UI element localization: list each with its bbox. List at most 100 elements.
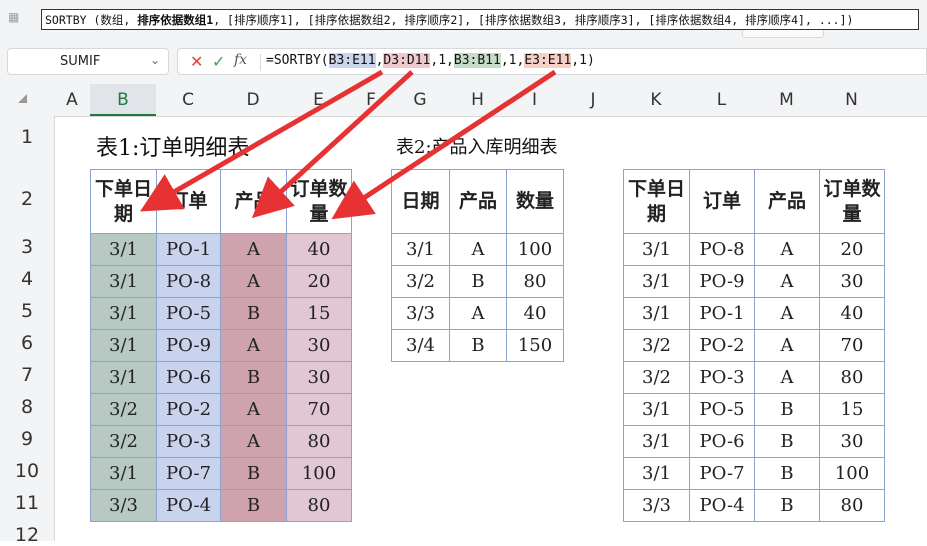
order-cell[interactable]: PO-4 (156, 489, 221, 522)
order-cell[interactable]: PO-1 (156, 233, 221, 266)
order-cell[interactable]: 40 (286, 233, 352, 266)
order-cell[interactable]: PO-7 (156, 457, 221, 490)
stock-cell[interactable]: 3/1 (391, 233, 450, 266)
header-product[interactable]: 产品 (449, 169, 507, 234)
sorted-cell[interactable]: PO-4 (689, 489, 755, 522)
sorted-cell[interactable]: A (754, 361, 820, 394)
sorted-cell[interactable]: 100 (819, 457, 885, 490)
column-header-e[interactable]: E (286, 84, 351, 116)
header-order[interactable]: 订单 (689, 169, 755, 234)
column-header-j[interactable]: J (563, 84, 623, 116)
row-header-4[interactable]: 4 (0, 268, 54, 290)
stock-cell[interactable]: A (449, 233, 507, 266)
sorted-cell[interactable]: 80 (819, 361, 885, 394)
header-product[interactable]: 产品 (220, 169, 287, 234)
header-date[interactable]: 日期 (391, 169, 450, 234)
stock-cell[interactable]: B (449, 329, 507, 362)
order-cell[interactable]: A (220, 233, 287, 266)
order-cell[interactable]: 80 (286, 425, 352, 458)
column-header-g[interactable]: G (391, 84, 449, 116)
stock-cell[interactable]: 80 (506, 265, 564, 298)
header-date[interactable]: 下单日期 (623, 169, 690, 234)
sorted-cell[interactable]: 20 (819, 233, 885, 266)
sorted-cell[interactable]: A (754, 265, 820, 298)
header-date[interactable]: 下单日期 (90, 169, 157, 234)
sorted-cell[interactable]: PO-8 (689, 233, 755, 266)
row-header-10[interactable]: 10 (0, 460, 54, 482)
sorted-cell[interactable]: B (754, 457, 820, 490)
stock-cell[interactable]: A (449, 297, 507, 330)
header-qty[interactable]: 订单数量 (286, 169, 352, 234)
row-header-2[interactable]: 2 (0, 188, 54, 210)
chevron-down-icon[interactable]: ⌄ (150, 53, 160, 67)
sorted-cell[interactable]: B (754, 393, 820, 426)
order-cell[interactable]: A (220, 329, 287, 362)
sorted-cell[interactable]: 3/1 (623, 393, 690, 426)
sorted-cell[interactable]: PO-2 (689, 329, 755, 362)
order-cell[interactable]: PO-5 (156, 297, 221, 330)
order-cell[interactable]: 3/1 (90, 457, 157, 490)
order-cell[interactable]: 3/1 (90, 329, 157, 362)
column-header-k[interactable]: K (623, 84, 689, 116)
order-cell[interactable]: 80 (286, 489, 352, 522)
sorted-cell[interactable]: A (754, 233, 820, 266)
calendar-icon[interactable]: ▦ (8, 10, 19, 24)
column-header-f[interactable]: F (351, 84, 391, 116)
stock-cell[interactable]: 3/2 (391, 265, 450, 298)
column-header-n[interactable]: N (819, 84, 884, 116)
header-qty[interactable]: 订单数量 (819, 169, 885, 234)
column-header-h[interactable]: H (449, 84, 506, 116)
header-order[interactable]: 订单 (156, 169, 221, 234)
row-header-5[interactable]: 5 (0, 300, 54, 322)
order-cell[interactable]: 70 (286, 393, 352, 426)
sorted-cell[interactable]: 3/1 (623, 425, 690, 458)
order-cell[interactable]: PO-6 (156, 361, 221, 394)
order-cell[interactable]: A (220, 425, 287, 458)
sorted-cell[interactable]: 70 (819, 329, 885, 362)
sorted-cell[interactable]: 30 (819, 425, 885, 458)
order-cell[interactable]: 3/2 (90, 425, 157, 458)
stock-cell[interactable]: B (449, 265, 507, 298)
sorted-cell[interactable]: A (754, 329, 820, 362)
order-cell[interactable]: A (220, 393, 287, 426)
order-cell[interactable]: B (220, 457, 287, 490)
order-cell[interactable]: PO-2 (156, 393, 221, 426)
order-cell[interactable]: A (220, 265, 287, 298)
stock-cell[interactable]: 100 (506, 233, 564, 266)
header-qty[interactable]: 数量 (506, 169, 564, 234)
row-header-1[interactable]: 1 (0, 126, 54, 148)
order-cell[interactable]: B (220, 489, 287, 522)
header-product[interactable]: 产品 (754, 169, 820, 234)
row-header-8[interactable]: 8 (0, 396, 54, 418)
order-cell[interactable]: PO-8 (156, 265, 221, 298)
sorted-cell[interactable]: PO-3 (689, 361, 755, 394)
order-cell[interactable]: 15 (286, 297, 352, 330)
formula-text[interactable]: =SORTBY(B3:E11,D3:D11,1,B3:B11,1,E3:E11,… (266, 53, 595, 68)
order-cell[interactable]: 30 (286, 361, 352, 394)
order-cell[interactable]: 3/1 (90, 361, 157, 394)
order-cell[interactable]: 3/3 (90, 489, 157, 522)
column-header-d[interactable]: D (220, 84, 286, 116)
column-header-a[interactable]: A (54, 84, 90, 116)
order-cell[interactable]: PO-3 (156, 425, 221, 458)
column-header-i[interactable]: I (506, 84, 563, 116)
column-header-m[interactable]: M (754, 84, 819, 116)
column-header-l[interactable]: L (689, 84, 754, 116)
sorted-cell[interactable]: PO-7 (689, 457, 755, 490)
order-cell[interactable]: B (220, 361, 287, 394)
row-header-7[interactable]: 7 (0, 364, 54, 386)
sorted-cell[interactable]: 3/1 (623, 457, 690, 490)
row-header-9[interactable]: 9 (0, 428, 54, 450)
name-box[interactable]: SUMIF ⌄ (7, 48, 169, 75)
stock-cell[interactable]: 3/3 (391, 297, 450, 330)
row-header-11[interactable]: 11 (0, 492, 54, 514)
order-cell[interactable]: B (220, 297, 287, 330)
sorted-cell[interactable]: 40 (819, 297, 885, 330)
sorted-cell[interactable]: 3/3 (623, 489, 690, 522)
row-header-12[interactable]: 12 (0, 524, 54, 546)
row-header-3[interactable]: 3 (0, 236, 54, 258)
sorted-cell[interactable]: PO-9 (689, 265, 755, 298)
confirm-icon[interactable]: ✓ (212, 52, 225, 71)
cancel-icon[interactable]: ✕ (190, 52, 203, 71)
sorted-cell[interactable]: 15 (819, 393, 885, 426)
